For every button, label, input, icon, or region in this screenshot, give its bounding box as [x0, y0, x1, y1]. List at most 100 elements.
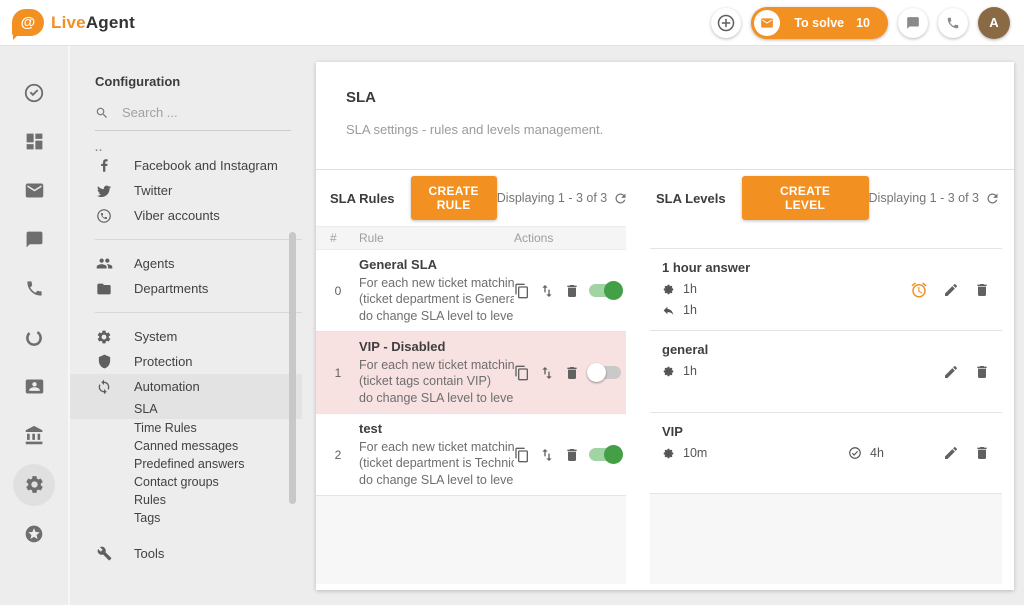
col-header-index: #: [330, 231, 346, 245]
edit-icon[interactable]: [943, 282, 959, 298]
search-input[interactable]: [122, 105, 262, 120]
submenu-item-sla[interactable]: SLA: [70, 399, 302, 419]
folder-icon: [95, 281, 113, 297]
call-button[interactable]: [938, 8, 968, 38]
table-row-level-1: general 1h: [650, 330, 1002, 412]
rule-index: 0: [330, 284, 346, 298]
configuration-title: Configuration: [95, 74, 316, 89]
rail-item-billing[interactable]: [0, 411, 68, 460]
rule-title: VIP - Disabled: [359, 339, 514, 354]
submenu-item-rules[interactable]: Rules: [95, 491, 316, 509]
user-avatar[interactable]: A: [978, 7, 1010, 39]
submenu-item-contact-groups[interactable]: Contact groups: [95, 473, 316, 491]
rail-item-customers[interactable]: [0, 362, 68, 411]
topbar-actions: To solve 10 A: [711, 7, 1010, 39]
clipped-menu-item[interactable]: ..: [95, 137, 316, 153]
rail-item-dashboard[interactable]: [0, 117, 68, 166]
rules-table-header: # Rule Actions: [316, 226, 626, 250]
rule-enabled-toggle[interactable]: [589, 448, 621, 461]
rules-displaying-text: Displaying 1 - 3 of 3: [497, 191, 607, 205]
rule-index: 1: [330, 366, 346, 380]
first-answer-icon: [662, 283, 675, 296]
menu-item-departments[interactable]: Departments: [95, 276, 316, 301]
alarm-icon[interactable]: [910, 281, 928, 299]
avatar-letter: A: [989, 15, 998, 30]
submenu-item-canned-messages[interactable]: Canned messages: [95, 437, 316, 455]
config-scrollbar-thumb[interactable]: [289, 232, 296, 504]
facebook-icon: [95, 158, 113, 173]
table-row-rule-1: 1 VIP - Disabled For each new ticket mat…: [316, 332, 626, 414]
active-item-highlight: [13, 464, 55, 506]
gear-icon: [95, 329, 113, 345]
level-actions: [910, 281, 990, 299]
rail-item-settings-active[interactable]: [0, 460, 68, 509]
rule-enabled-toggle[interactable]: [589, 284, 621, 297]
toggle-knob: [604, 281, 623, 300]
table-row-level-2: VIP 10m 4h: [650, 412, 1002, 494]
copy-icon[interactable]: [514, 365, 530, 381]
trash-icon[interactable]: [564, 447, 580, 463]
check-circle-icon: [23, 82, 45, 104]
menu-label: System: [134, 329, 177, 344]
to-solve-count: 10: [856, 16, 870, 30]
rail-item-upgrade[interactable]: [0, 509, 68, 558]
trash-icon[interactable]: [564, 283, 580, 299]
menu-item-tools[interactable]: Tools: [95, 541, 316, 566]
menu-item-agents[interactable]: Agents: [95, 251, 316, 276]
copy-icon[interactable]: [514, 283, 530, 299]
rail-item-reports[interactable]: [0, 313, 68, 362]
logo-at-glyph: @: [21, 14, 36, 31]
swap-vertical-icon[interactable]: [539, 283, 555, 299]
menu-divider: [95, 312, 302, 313]
to-solve-button[interactable]: To solve 10: [751, 7, 888, 39]
trash-icon[interactable]: [974, 364, 990, 380]
submenu-item-tags[interactable]: Tags: [95, 509, 316, 527]
level-actions: [943, 364, 990, 380]
menu-item-system[interactable]: System: [95, 324, 316, 349]
edit-icon[interactable]: [943, 445, 959, 461]
rule-actions: [514, 365, 626, 381]
toggle-knob: [604, 445, 623, 464]
column-gap: [626, 170, 650, 584]
swap-vertical-icon[interactable]: [539, 447, 555, 463]
menu-item-twitter[interactable]: Twitter: [95, 178, 316, 203]
create-rule-button[interactable]: CREATE RULE: [411, 176, 497, 220]
rule-line: (ticket department is Technical): [359, 455, 514, 472]
rail-item-tickets[interactable]: [0, 166, 68, 215]
menu-item-protection[interactable]: Protection: [95, 349, 316, 374]
clock-check-icon: [848, 446, 862, 460]
rail-item-tasks[interactable]: [0, 68, 68, 117]
rail-item-chats[interactable]: [0, 215, 68, 264]
swap-vertical-icon[interactable]: [539, 365, 555, 381]
contact-card-icon: [24, 376, 45, 397]
table-row-rule-2: 2 test For each new ticket matching (tic…: [316, 414, 626, 496]
phone-icon: [25, 279, 44, 298]
trash-icon[interactable]: [974, 282, 990, 298]
envelope-icon: [24, 180, 45, 201]
submenu-item-predefined-answers[interactable]: Predefined answers: [95, 455, 316, 473]
submenu-item-time-rules[interactable]: Time Rules: [95, 419, 316, 437]
menu-item-automation[interactable]: Automation: [70, 374, 302, 399]
menu-label: Automation: [134, 379, 200, 394]
rule-enabled-toggle[interactable]: [589, 366, 621, 379]
dashboard-icon: [24, 131, 45, 152]
copy-icon[interactable]: [514, 447, 530, 463]
trash-icon[interactable]: [564, 365, 580, 381]
create-level-button[interactable]: CREATE LEVEL: [742, 176, 869, 220]
main-content: SLA SLA settings - rules and levels mana…: [316, 46, 1024, 605]
edit-icon[interactable]: [943, 364, 959, 380]
rules-toolbar: SLA Rules CREATE RULE Displaying 1 - 3 o…: [316, 170, 626, 226]
levels-footer: [650, 494, 1002, 584]
sla-rules-section: SLA Rules CREATE RULE Displaying 1 - 3 o…: [316, 170, 626, 584]
rail-item-calls[interactable]: [0, 264, 68, 313]
liveagent-logo: @ LiveAgent: [12, 9, 135, 36]
levels-section-title: SLA Levels: [656, 191, 726, 206]
trash-icon[interactable]: [974, 445, 990, 461]
ring-icon: [24, 328, 44, 348]
config-search[interactable]: [95, 105, 291, 131]
refresh-icon[interactable]: [985, 191, 1000, 206]
chat-button[interactable]: [898, 8, 928, 38]
menu-item-facebook[interactable]: Facebook and Instagram: [95, 153, 316, 178]
menu-item-viber[interactable]: Viber accounts: [95, 203, 316, 228]
add-circle-button[interactable]: [711, 8, 741, 38]
